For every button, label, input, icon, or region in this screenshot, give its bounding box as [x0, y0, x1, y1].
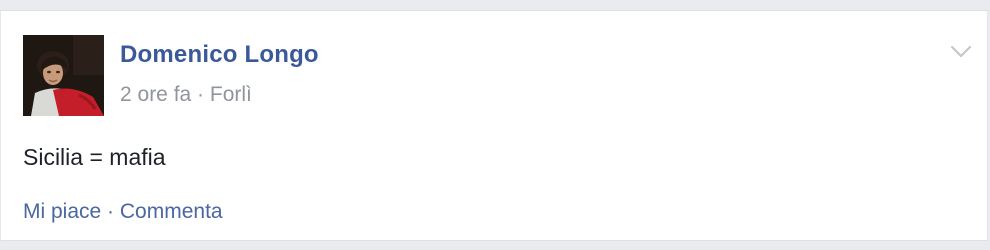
- post-timestamp[interactable]: 2 ore fa: [120, 83, 191, 106]
- author-name[interactable]: Domenico Longo: [120, 41, 319, 69]
- post-card: Domenico Longo 2 ore fa · Forlì Sicilia …: [0, 10, 988, 241]
- post-location[interactable]: Forlì: [210, 83, 252, 106]
- chevron-down-icon[interactable]: [949, 39, 973, 63]
- avatar[interactable]: [23, 35, 104, 116]
- post-text: Sicilia = mafia: [23, 144, 166, 170]
- comment-link[interactable]: Commenta: [120, 200, 223, 223]
- action-separator: ·: [101, 200, 120, 223]
- post-actions: Mi piace · Commenta: [23, 200, 223, 224]
- meta-separator: ·: [191, 83, 210, 106]
- profile-photo: [23, 35, 104, 116]
- like-link[interactable]: Mi piace: [23, 200, 101, 223]
- post-meta: 2 ore fa · Forlì: [120, 83, 252, 107]
